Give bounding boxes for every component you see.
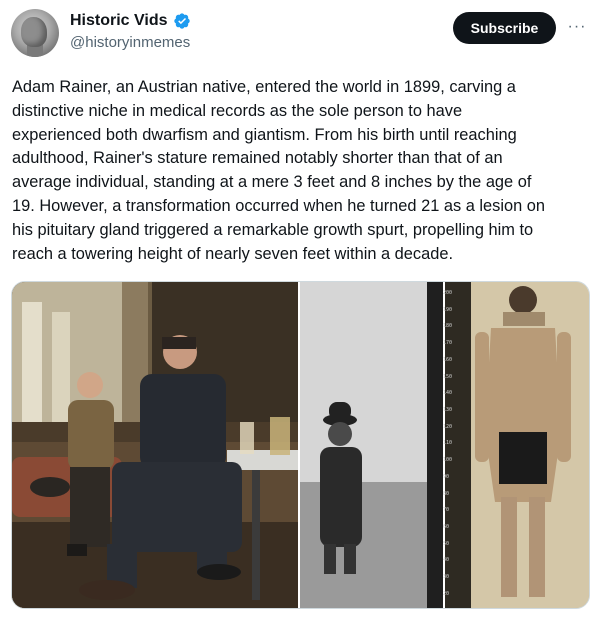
- photo-bar-scene[interactable]: [12, 282, 298, 608]
- photo-young-boy-art: [300, 282, 443, 608]
- photo-medical-height-art: [445, 282, 589, 608]
- ruler-tick-label: 130: [443, 407, 453, 413]
- ruler-tick-label: 40: [443, 557, 450, 563]
- ruler-tick-label: 100: [443, 457, 453, 463]
- account-name[interactable]: Historic Vids: [70, 12, 168, 30]
- ruler-tick-label: 180: [443, 323, 453, 329]
- ruler-tick-label: 120: [443, 424, 453, 430]
- more-options-icon[interactable]: ···: [566, 12, 588, 42]
- account-handle[interactable]: @historyinmemes: [70, 34, 190, 51]
- ruler-tick-label: 60: [443, 524, 450, 530]
- ruler-tick-label: 70: [443, 507, 450, 513]
- post-text: Adam Rainer, an Austrian native, entered…: [12, 78, 546, 263]
- ruler-tick-label: 30: [443, 574, 450, 580]
- avatar[interactable]: [11, 9, 59, 57]
- ruler-tick-label: 170: [443, 340, 453, 346]
- verified-badge-icon: [173, 13, 190, 29]
- ruler-tick-label: 50: [443, 541, 450, 547]
- ruler-tick-label: 160: [443, 357, 453, 363]
- ruler-tick-label: 20: [443, 591, 450, 597]
- ruler-tick-label: 140: [443, 390, 453, 396]
- post-media[interactable]: 200 190 180 170 160 150 140 130 120 110 100 90 80 70 6…: [11, 281, 590, 609]
- photo-medical-height[interactable]: [445, 282, 589, 608]
- ruler-tick-label: 90: [443, 474, 450, 480]
- ruler-tick-label: 200: [443, 290, 453, 296]
- subscribe-button[interactable]: Subscribe: [453, 12, 556, 44]
- ruler-tick-label: 190: [443, 307, 453, 313]
- ruler-tick-label: 80: [443, 491, 450, 497]
- photo-young-boy[interactable]: [300, 282, 443, 608]
- account-name-row[interactable]: Historic Vids: [70, 12, 191, 30]
- height-ruler: 200 190 180 170 160 150 140 130 120 110 100 90 80 70 6…: [442, 282, 456, 608]
- photo-bar-scene-art: [12, 282, 298, 608]
- avatar-bust-head: [21, 17, 47, 47]
- ruler-tick-label: 150: [443, 374, 453, 380]
- ruler-tick-label: 110: [443, 440, 453, 446]
